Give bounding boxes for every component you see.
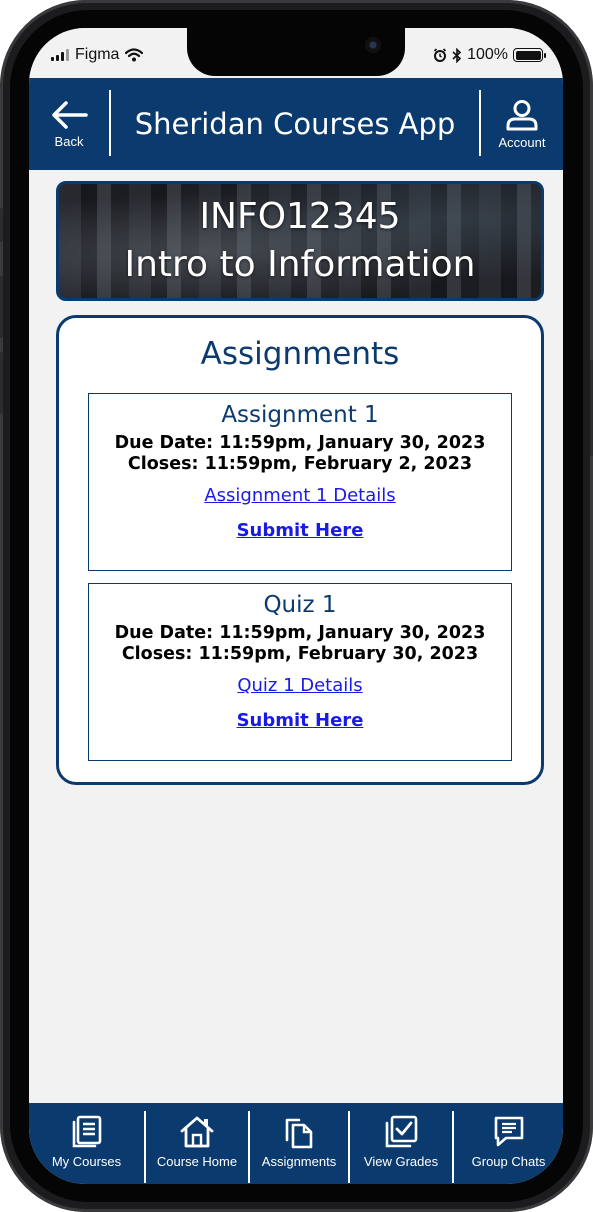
app-header: Back Sheridan Courses App Account	[29, 78, 563, 170]
close-date: Closes: 11:59pm, February 30, 2023	[121, 644, 479, 664]
app-title: Sheridan Courses App	[134, 107, 456, 141]
nav-label: My Courses	[51, 1154, 122, 1169]
phone-frame: Figma 100% Back Sheridan Courses App Acc…	[0, 0, 593, 1212]
checkbox-icon	[385, 1115, 418, 1148]
back-label: Back	[54, 133, 84, 149]
battery-icon	[513, 48, 546, 62]
user-icon	[506, 99, 538, 130]
submit-link[interactable]: Submit Here	[237, 710, 364, 731]
quiz-details-link[interactable]: Quiz 1 Details	[237, 675, 362, 696]
quiz-name: Quiz 1	[263, 592, 337, 618]
book-icon	[72, 1115, 101, 1148]
chat-icon	[494, 1116, 523, 1147]
nav-label: Assignments	[261, 1154, 337, 1169]
course-banner: INFO12345 Intro to Information	[56, 181, 544, 301]
back-button[interactable]: Back	[29, 78, 109, 170]
volume-up-button	[0, 276, 3, 338]
quiz-item: Quiz 1 Due Date: 11:59pm, January 30, 20…	[88, 583, 512, 761]
wifi-icon	[125, 48, 144, 62]
account-label: Account	[498, 134, 546, 150]
assignment-details-link[interactable]: Assignment 1 Details	[204, 485, 395, 506]
assignment-item: Assignment 1 Due Date: 11:59pm, January …	[88, 393, 512, 571]
nav-course-home[interactable]: Course Home	[146, 1103, 248, 1184]
volume-down-button	[0, 352, 3, 414]
nav-assignments[interactable]: Assignments	[250, 1103, 348, 1184]
status-left: Figma	[51, 46, 144, 64]
status-right: 100%	[433, 46, 546, 64]
cellular-signal-icon	[51, 49, 69, 61]
banner-text: INFO12345 Intro to Information	[59, 184, 541, 298]
alarm-icon	[434, 48, 447, 62]
course-name: Intro to Information	[124, 244, 476, 285]
due-date: Due Date: 11:59pm, January 30, 2023	[114, 433, 486, 453]
nav-label: View Grades	[363, 1154, 439, 1169]
mute-switch	[0, 208, 3, 242]
battery-percent: 100%	[467, 46, 508, 63]
course-code: INFO12345	[199, 196, 401, 237]
carrier-label: Figma	[75, 46, 120, 63]
front-camera	[365, 37, 381, 53]
notch	[187, 28, 405, 76]
account-button[interactable]: Account	[481, 78, 563, 170]
nav-label: Group Chats	[471, 1154, 546, 1169]
assignment-name: Assignment 1	[221, 402, 379, 428]
bottom-nav: My Courses Course Home Assignments View …	[29, 1103, 563, 1184]
nav-group-chats[interactable]: Group Chats	[454, 1103, 563, 1184]
bluetooth-icon	[452, 47, 462, 63]
nav-view-grades[interactable]: View Grades	[350, 1103, 452, 1184]
assignments-title: Assignments	[200, 336, 400, 372]
arrow-left-icon	[52, 100, 88, 129]
due-date: Due Date: 11:59pm, January 30, 2023	[114, 623, 486, 643]
home-icon	[180, 1116, 214, 1148]
close-date: Closes: 11:59pm, February 2, 2023	[127, 454, 473, 474]
submit-link[interactable]: Submit Here	[237, 520, 364, 541]
nav-label: Course Home	[156, 1154, 238, 1169]
documents-icon	[285, 1118, 313, 1149]
assignments-card: Assignments Assignment 1 Due Date: 11:59…	[56, 315, 544, 785]
screen: Figma 100% Back Sheridan Courses App Acc…	[29, 28, 563, 1184]
nav-my-courses[interactable]: My Courses	[29, 1103, 144, 1184]
